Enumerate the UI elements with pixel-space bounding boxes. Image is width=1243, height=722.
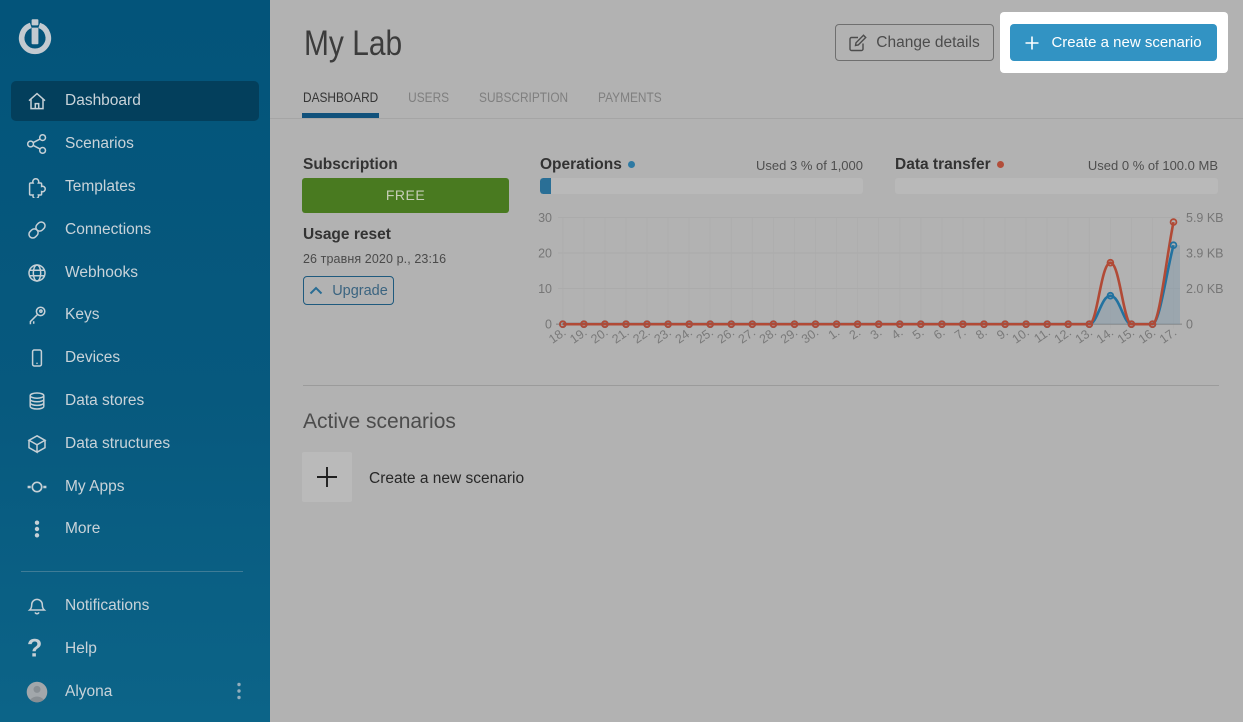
svg-text:0: 0 [545, 318, 552, 332]
svg-text:15.: 15. [1115, 325, 1137, 346]
svg-text:8.: 8. [973, 325, 990, 342]
svg-text:26.: 26. [715, 325, 737, 346]
svg-text:27.: 27. [736, 325, 758, 346]
svg-text:29.: 29. [778, 325, 800, 346]
svg-text:6.: 6. [931, 325, 948, 342]
svg-text:2.: 2. [847, 325, 864, 342]
svg-text:10.: 10. [1010, 325, 1032, 346]
svg-text:24.: 24. [673, 325, 695, 346]
svg-text:14.: 14. [1094, 325, 1116, 346]
svg-text:22.: 22. [630, 325, 652, 346]
svg-text:20: 20 [538, 247, 552, 261]
svg-text:4.: 4. [889, 325, 906, 342]
svg-text:11.: 11. [1031, 325, 1053, 346]
svg-text:30: 30 [538, 211, 552, 225]
svg-text:5.: 5. [910, 325, 927, 342]
svg-text:13.: 13. [1073, 325, 1095, 346]
svg-text:1.: 1. [826, 325, 843, 342]
svg-text:20.: 20. [588, 325, 610, 346]
svg-text:30.: 30. [799, 325, 821, 346]
svg-text:2.0 KB: 2.0 KB [1186, 282, 1224, 296]
svg-text:3.9 KB: 3.9 KB [1186, 247, 1224, 261]
svg-text:16.: 16. [1136, 325, 1158, 346]
svg-text:12.: 12. [1052, 325, 1074, 346]
svg-text:19.: 19. [567, 325, 589, 346]
svg-text:7.: 7. [952, 325, 969, 342]
svg-text:17.: 17. [1157, 325, 1179, 346]
svg-text:21.: 21. [609, 325, 631, 346]
svg-text:25.: 25. [694, 325, 716, 346]
svg-text:5.9 KB: 5.9 KB [1186, 211, 1224, 225]
svg-text:28.: 28. [757, 325, 779, 346]
svg-text:0: 0 [1186, 318, 1193, 332]
svg-text:9.: 9. [994, 325, 1011, 342]
svg-text:23.: 23. [652, 325, 674, 346]
svg-text:10: 10 [538, 282, 552, 296]
svg-text:3.: 3. [868, 325, 885, 342]
